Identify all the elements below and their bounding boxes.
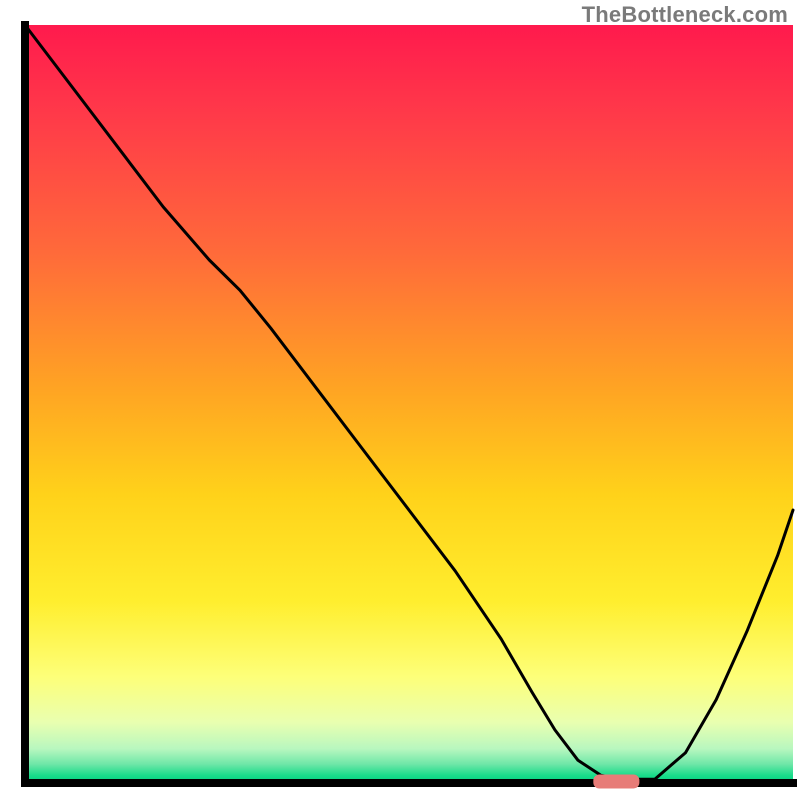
bottleneck-chart	[0, 0, 800, 800]
watermark-text: TheBottleneck.com	[582, 2, 788, 28]
plot-background	[25, 25, 793, 783]
optimum-marker	[593, 774, 639, 788]
chart-frame: TheBottleneck.com	[0, 0, 800, 800]
